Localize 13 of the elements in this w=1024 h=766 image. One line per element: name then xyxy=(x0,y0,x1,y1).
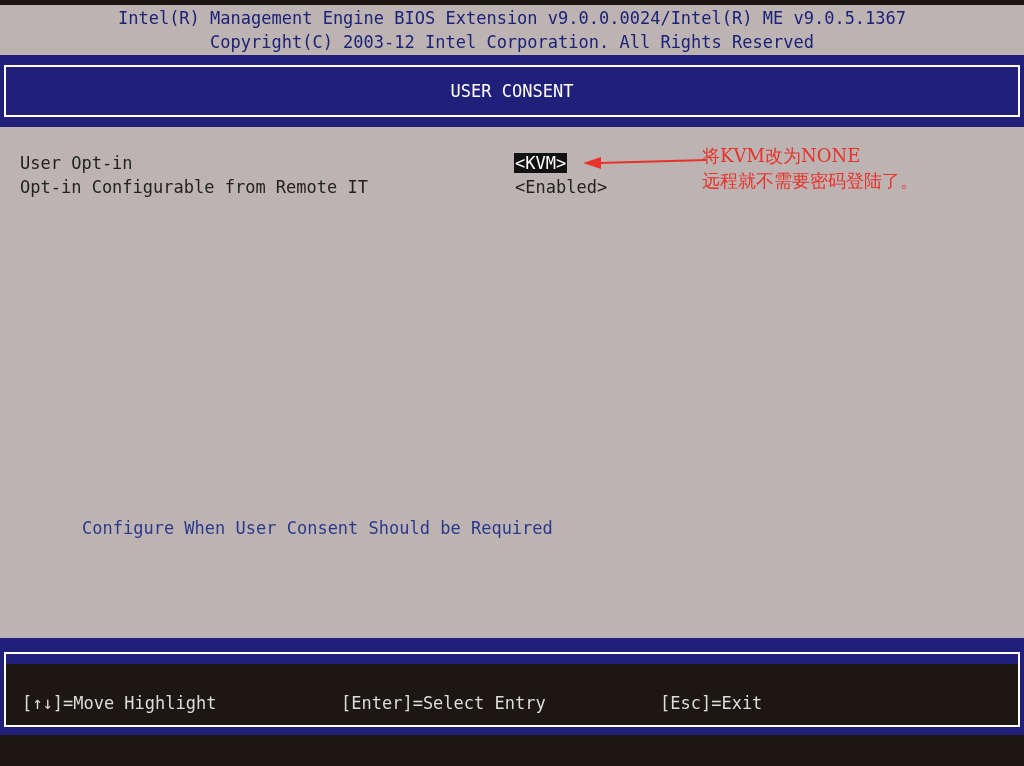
screen-title: USER CONSENT xyxy=(450,81,574,101)
key-hint: [Enter]=Select Entry xyxy=(341,693,547,713)
annotation-text: 将KVM改为NONE xyxy=(702,144,862,168)
setting-label[interactable]: Opt-in Configurable from Remote IT xyxy=(20,177,514,197)
header-text: Copyright(C) 2003-12 Intel Corporation. All Rights Reserved xyxy=(210,31,814,54)
setting-value[interactable]: <Enabled> xyxy=(514,177,609,197)
setting-value[interactable]: <KVM> xyxy=(514,153,568,173)
key-hint: [Esc]=Exit xyxy=(660,693,763,713)
header-text: Intel(R) Management Engine BIOS Extension v9.0.0.0024/Intel(R) ME v9.0.5.1367 xyxy=(117,7,907,30)
setting-label[interactable]: User Opt-in xyxy=(20,153,514,173)
key-hint: [↑↓]=Move Highlight xyxy=(22,693,218,713)
annotation-text: 远程就不需要密码登陆了。 xyxy=(702,169,918,193)
help-text: Configure When User Consent Should be Required xyxy=(82,518,553,538)
